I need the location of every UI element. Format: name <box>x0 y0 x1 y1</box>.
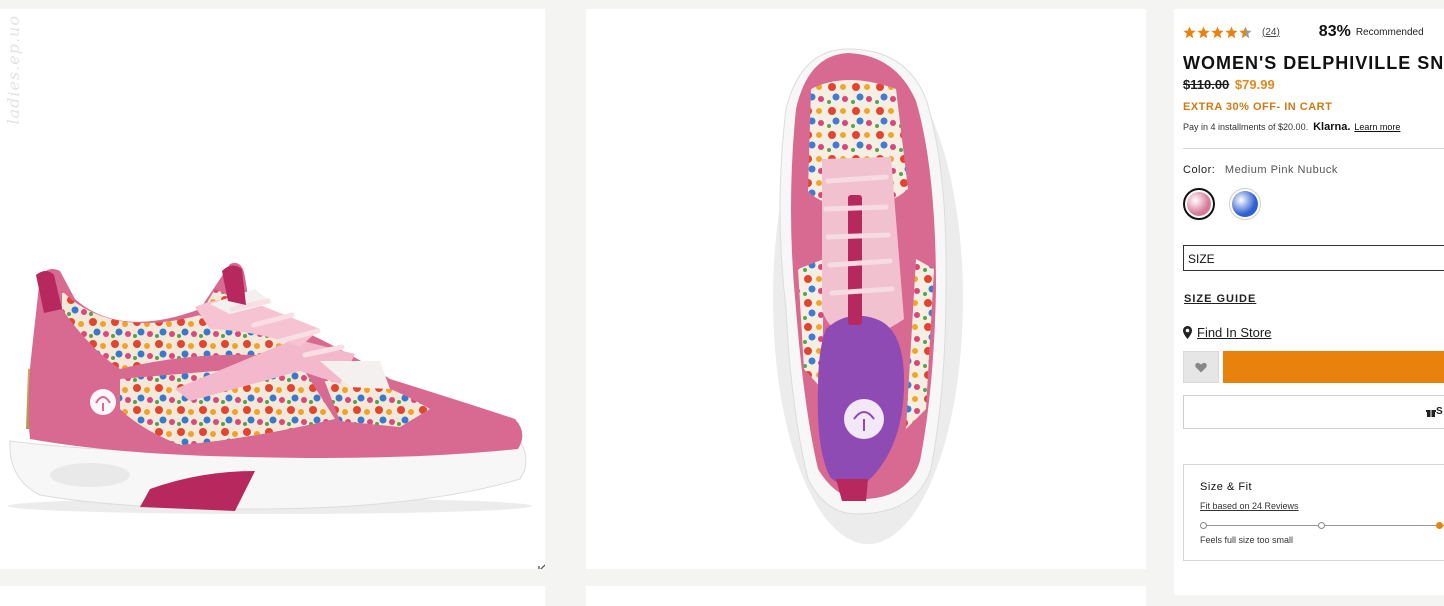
klarna-installments-text: Pay in 4 installments of $20.00. <box>1183 122 1309 132</box>
find-in-store-label: Find In Store <box>1197 325 1272 340</box>
star-icon <box>1225 26 1238 38</box>
watermark-text: ladies.ep.uo <box>4 15 23 125</box>
recommended-percent: 83% <box>1318 23 1351 40</box>
sneaker-side-illustration <box>8 262 532 514</box>
star-icon <box>1239 26 1252 38</box>
divider <box>1183 148 1444 149</box>
swatch-pink-fill <box>1187 192 1211 216</box>
color-swatch-pink[interactable] <box>1183 188 1215 220</box>
rating-row: (24) 83% Recommended <box>1183 23 1424 41</box>
swatch-blue-fill <box>1232 191 1258 217</box>
recommended-label: Recommended <box>1355 26 1424 38</box>
color-label: Color: <box>1183 164 1216 176</box>
sneaker-top-illustration <box>773 48 963 544</box>
size-guide-link[interactable]: SIZE GUIDE <box>1184 293 1256 305</box>
fit-scale-point <box>1318 522 1325 529</box>
product-image-next-2[interactable] <box>586 586 1146 606</box>
product-image-side[interactable]: ladies.ep.uo <box>0 9 545 569</box>
star-icon <box>1211 26 1224 38</box>
klarna-logo: Klarna. <box>1313 121 1351 133</box>
fit-scale-left-label: Feels full size too small <box>1200 535 1294 545</box>
add-to-cart-button[interactable] <box>1223 351 1444 383</box>
secondary-button-content: S <box>1426 406 1443 417</box>
color-swatch-blue[interactable] <box>1229 188 1261 220</box>
size-fit-reviews-link[interactable]: Fit based on 24 Reviews <box>1200 501 1299 511</box>
original-price: $110.00 <box>1183 77 1230 92</box>
color-row: Color: Medium Pink Nubuck <box>1183 164 1338 176</box>
product-title: WOMEN'S DELPHIVILLE SNEA <box>1183 53 1444 73</box>
sale-price: $79.99 <box>1234 77 1275 92</box>
secondary-button-label: S <box>1436 406 1443 417</box>
expand-arrows-icon[interactable] <box>536 556 545 569</box>
star-rating[interactable] <box>1183 26 1252 39</box>
promo-text: EXTRA 30% OFF- IN CART <box>1183 101 1333 113</box>
gift-icon <box>1426 409 1436 417</box>
wishlist-button[interactable] <box>1183 351 1219 383</box>
klarna-learn-more-link[interactable]: Learn more <box>1354 122 1400 132</box>
size-fit-title: Size & Fit <box>1200 481 1253 493</box>
product-image-top[interactable] <box>586 9 1146 569</box>
fit-scale-point <box>1436 522 1443 529</box>
review-count-link[interactable]: (24) <box>1262 27 1280 38</box>
find-in-store-link[interactable]: Find In Store <box>1183 325 1271 340</box>
color-value: Medium Pink Nubuck <box>1224 164 1338 176</box>
fit-scale-point <box>1200 522 1207 529</box>
star-icon <box>1183 26 1196 38</box>
location-pin-icon <box>1183 326 1192 339</box>
price-row: $110.00 $79.99 <box>1183 77 1275 92</box>
product-image-next-1[interactable] <box>0 586 545 606</box>
size-select[interactable]: SIZE <box>1183 245 1444 271</box>
size-fit-box: Size & Fit Fit based on 24 Reviews Feels… <box>1183 464 1444 561</box>
secondary-action-button[interactable]: S <box>1183 395 1444 429</box>
product-info-panel: (24) 83% Recommended WOMEN'S DELPHIVILLE… <box>1174 9 1444 595</box>
star-icon <box>1197 26 1210 38</box>
heart-icon <box>1195 362 1207 372</box>
klarna-row: Pay in 4 installments of $20.00. Klarna.… <box>1183 121 1400 133</box>
